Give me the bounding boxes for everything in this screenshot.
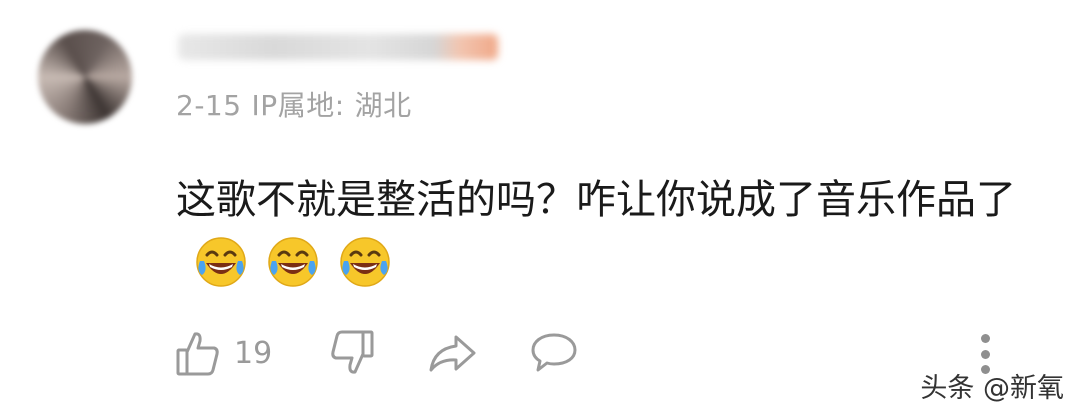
laugh-cry-icon [338,235,392,289]
dislike-button[interactable] [330,330,374,376]
thumbs-down-icon [330,330,374,376]
more-dot [980,349,990,359]
laugh-cry-icon [266,235,320,289]
username-blurred[interactable] [178,34,498,60]
action-bar: 19 [176,328,578,378]
like-button[interactable]: 19 [176,330,272,376]
reply-button[interactable] [530,332,578,374]
ip-location: 湖北 [354,89,412,122]
comment-meta: 2-15 IP属地: 湖北 [176,84,422,124]
reply-icon [530,332,578,374]
watermark: 头条 @新氧 [920,373,1064,404]
like-count: 19 [234,335,273,371]
share-button[interactable] [428,333,478,373]
thumbs-up-icon [176,330,220,376]
laugh-cry-icon [194,235,248,289]
ip-label: IP属地: [251,89,345,122]
share-icon [428,333,478,373]
comment-body: 这歌不就是整活的吗？咋让你说成了音乐作品了 [176,168,1036,296]
comment-date: 2-15 [176,89,242,122]
comment-text: 这歌不就是整活的吗？咋让你说成了音乐作品了 [176,177,1016,223]
more-dot [980,334,990,343]
avatar[interactable] [38,30,132,124]
